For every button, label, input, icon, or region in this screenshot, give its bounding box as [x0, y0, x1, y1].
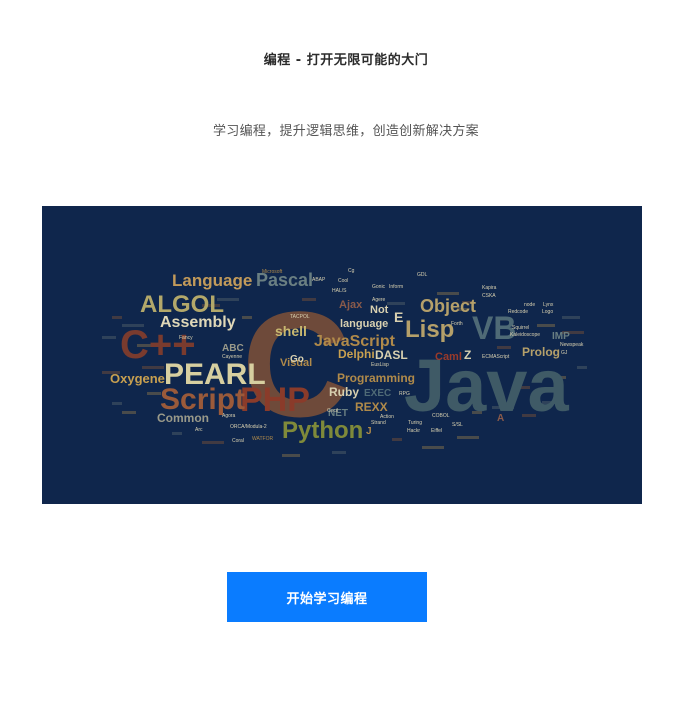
cloud-word: Forth [451, 321, 463, 327]
cloud-word: S/SL [452, 422, 463, 428]
cloud-word: CSKA [482, 293, 496, 299]
cloud-word: Go [290, 354, 304, 365]
cloud-word: ORCA/Modula-2 [230, 424, 267, 430]
cloud-word: Kaleidoscope [510, 332, 540, 338]
cloud-word: Strand [371, 420, 386, 426]
cloud-word: Python [282, 417, 363, 444]
cloud-word: Microsoft [262, 269, 283, 275]
cloud-word: Agere [372, 297, 386, 303]
cloud-word: Prolog [522, 345, 560, 359]
cloud-word: PEARL [164, 358, 266, 391]
cloud-filler-mark [437, 292, 459, 295]
cloud-word: Arc [195, 427, 203, 433]
cloud-word: Programming [337, 371, 415, 385]
cloud-word: Not [370, 304, 389, 316]
cloud-word: shell [275, 323, 307, 339]
cloud-word: Common [157, 411, 209, 425]
cloud-word: E [394, 309, 403, 325]
cloud-word: Action [380, 414, 394, 420]
cloud-word: WATFOR [252, 436, 273, 442]
cloud-word: Newspeak [560, 342, 584, 348]
cloud-word: IMP [552, 331, 570, 342]
start-learning-button[interactable]: 开始学习编程 [227, 572, 427, 622]
cloud-word: A [497, 413, 504, 424]
cloud-word: ABAP [312, 277, 326, 283]
cloud-word: Cg [348, 268, 355, 274]
cloud-word: EusLisp [371, 362, 389, 368]
hero-word-cloud-image: Java C C++ PHP Script PEARL ALGOL Python Lisp VB O… [42, 206, 642, 504]
page: 编程 - 打开无限可能的大门 学习编程，提升逻辑思维，创造创新解决方案 Java… [0, 0, 692, 713]
cloud-word: Lynx [543, 302, 554, 308]
page-subtitle: 学习编程，提升逻辑思维，创造创新解决方案 [212, 124, 479, 139]
cloud-filler-mark [577, 366, 587, 369]
cloud-word: Inform [389, 284, 403, 290]
cloud-word: Coral [232, 438, 244, 444]
cloud-word: Caml [435, 351, 462, 363]
cloud-word: Language [172, 271, 252, 290]
page-title: 编程 - 打开无限可能的大门 [263, 53, 429, 68]
cloud-word: DASL [375, 348, 408, 362]
cloud-filler-mark [392, 438, 402, 441]
cloud-word: Oxygene [110, 371, 165, 386]
cloud-word: REXX [355, 400, 388, 414]
cloud-word: VB [472, 310, 516, 346]
cloud-word: Eiffel [431, 428, 442, 434]
cloud-word: J [366, 426, 372, 437]
cloud-filler-mark [102, 336, 116, 339]
cloud-word: Agora [222, 413, 236, 419]
cloud-filler-mark [147, 392, 161, 395]
cloud-filler-mark [282, 454, 300, 457]
cloud-word: language [340, 318, 388, 330]
cloud-word: Ruby [329, 385, 359, 399]
cloud-word: Cayenne [222, 354, 242, 360]
cloud-word: Gonic [372, 284, 386, 290]
cloud-word: node [524, 302, 535, 308]
cloud-word: Squirrel [512, 325, 529, 331]
cloud-filler-mark [172, 432, 182, 435]
cloud-word: Assembly [160, 314, 236, 331]
cloud-filler-mark [457, 436, 479, 439]
cloud-word: Kapira [482, 285, 497, 291]
cloud-word: Z [464, 348, 471, 362]
cloud-word: Ajax [339, 299, 363, 311]
cloud-word: Object [420, 296, 476, 316]
cloud-word: EXEC [364, 388, 391, 399]
cloud-word: Cecil [327, 408, 338, 414]
cloud-word: HAL/S [332, 288, 347, 294]
cloud-filler-mark [112, 402, 122, 405]
cloud-word: Lisp [405, 316, 454, 343]
cloud-filler-mark [562, 316, 580, 319]
cloud-word: RPG [399, 391, 410, 397]
cloud-word: GJ [561, 350, 568, 356]
cloud-word: Hackr [407, 428, 420, 434]
cloud-word: ECMAScript [482, 354, 510, 360]
cloud-word: GDL [417, 272, 428, 278]
cloud-filler-mark [387, 302, 405, 305]
cloud-filler-mark [537, 324, 555, 327]
cloud-word: Redcode [508, 309, 528, 315]
cloud-word: Fancy [179, 335, 193, 341]
cloud-filler-mark [202, 441, 224, 444]
cloud-word: ABC [222, 343, 244, 354]
cloud-word: Logo [542, 309, 553, 315]
cloud-word: Turing [408, 420, 422, 426]
word-cloud: JavaCC++PHPScriptPEARLALGOLPythonLisp VBO… [102, 268, 587, 457]
cloud-filler-mark [122, 411, 136, 414]
cloud-word: Cool [338, 278, 348, 284]
cloud-filler-mark [112, 316, 122, 319]
cloud-filler-mark [332, 451, 346, 454]
cloud-word: TACPOL [290, 314, 310, 320]
cloud-word: COBOL [432, 413, 450, 419]
cloud-filler-mark [422, 446, 444, 449]
cloud-word: Delphi [338, 347, 375, 361]
